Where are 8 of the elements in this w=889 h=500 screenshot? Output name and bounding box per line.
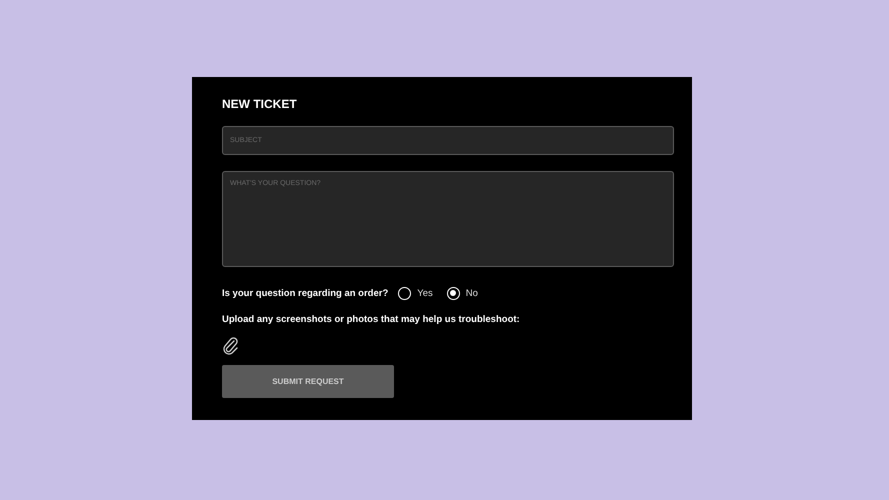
upload-label: Upload any screenshots or photos that may help us troubleshoot: [222,314,521,325]
form-title: NEW TICKET [222,97,298,111]
paperclip-icon[interactable] [222,337,240,355]
option-label[interactable]: No [466,288,478,299]
radio-button[interactable] [446,287,460,300]
question-label: Is your question regarding an order? [222,288,388,299]
option-label[interactable]: Yes [417,288,433,299]
radio-button[interactable] [398,287,412,300]
